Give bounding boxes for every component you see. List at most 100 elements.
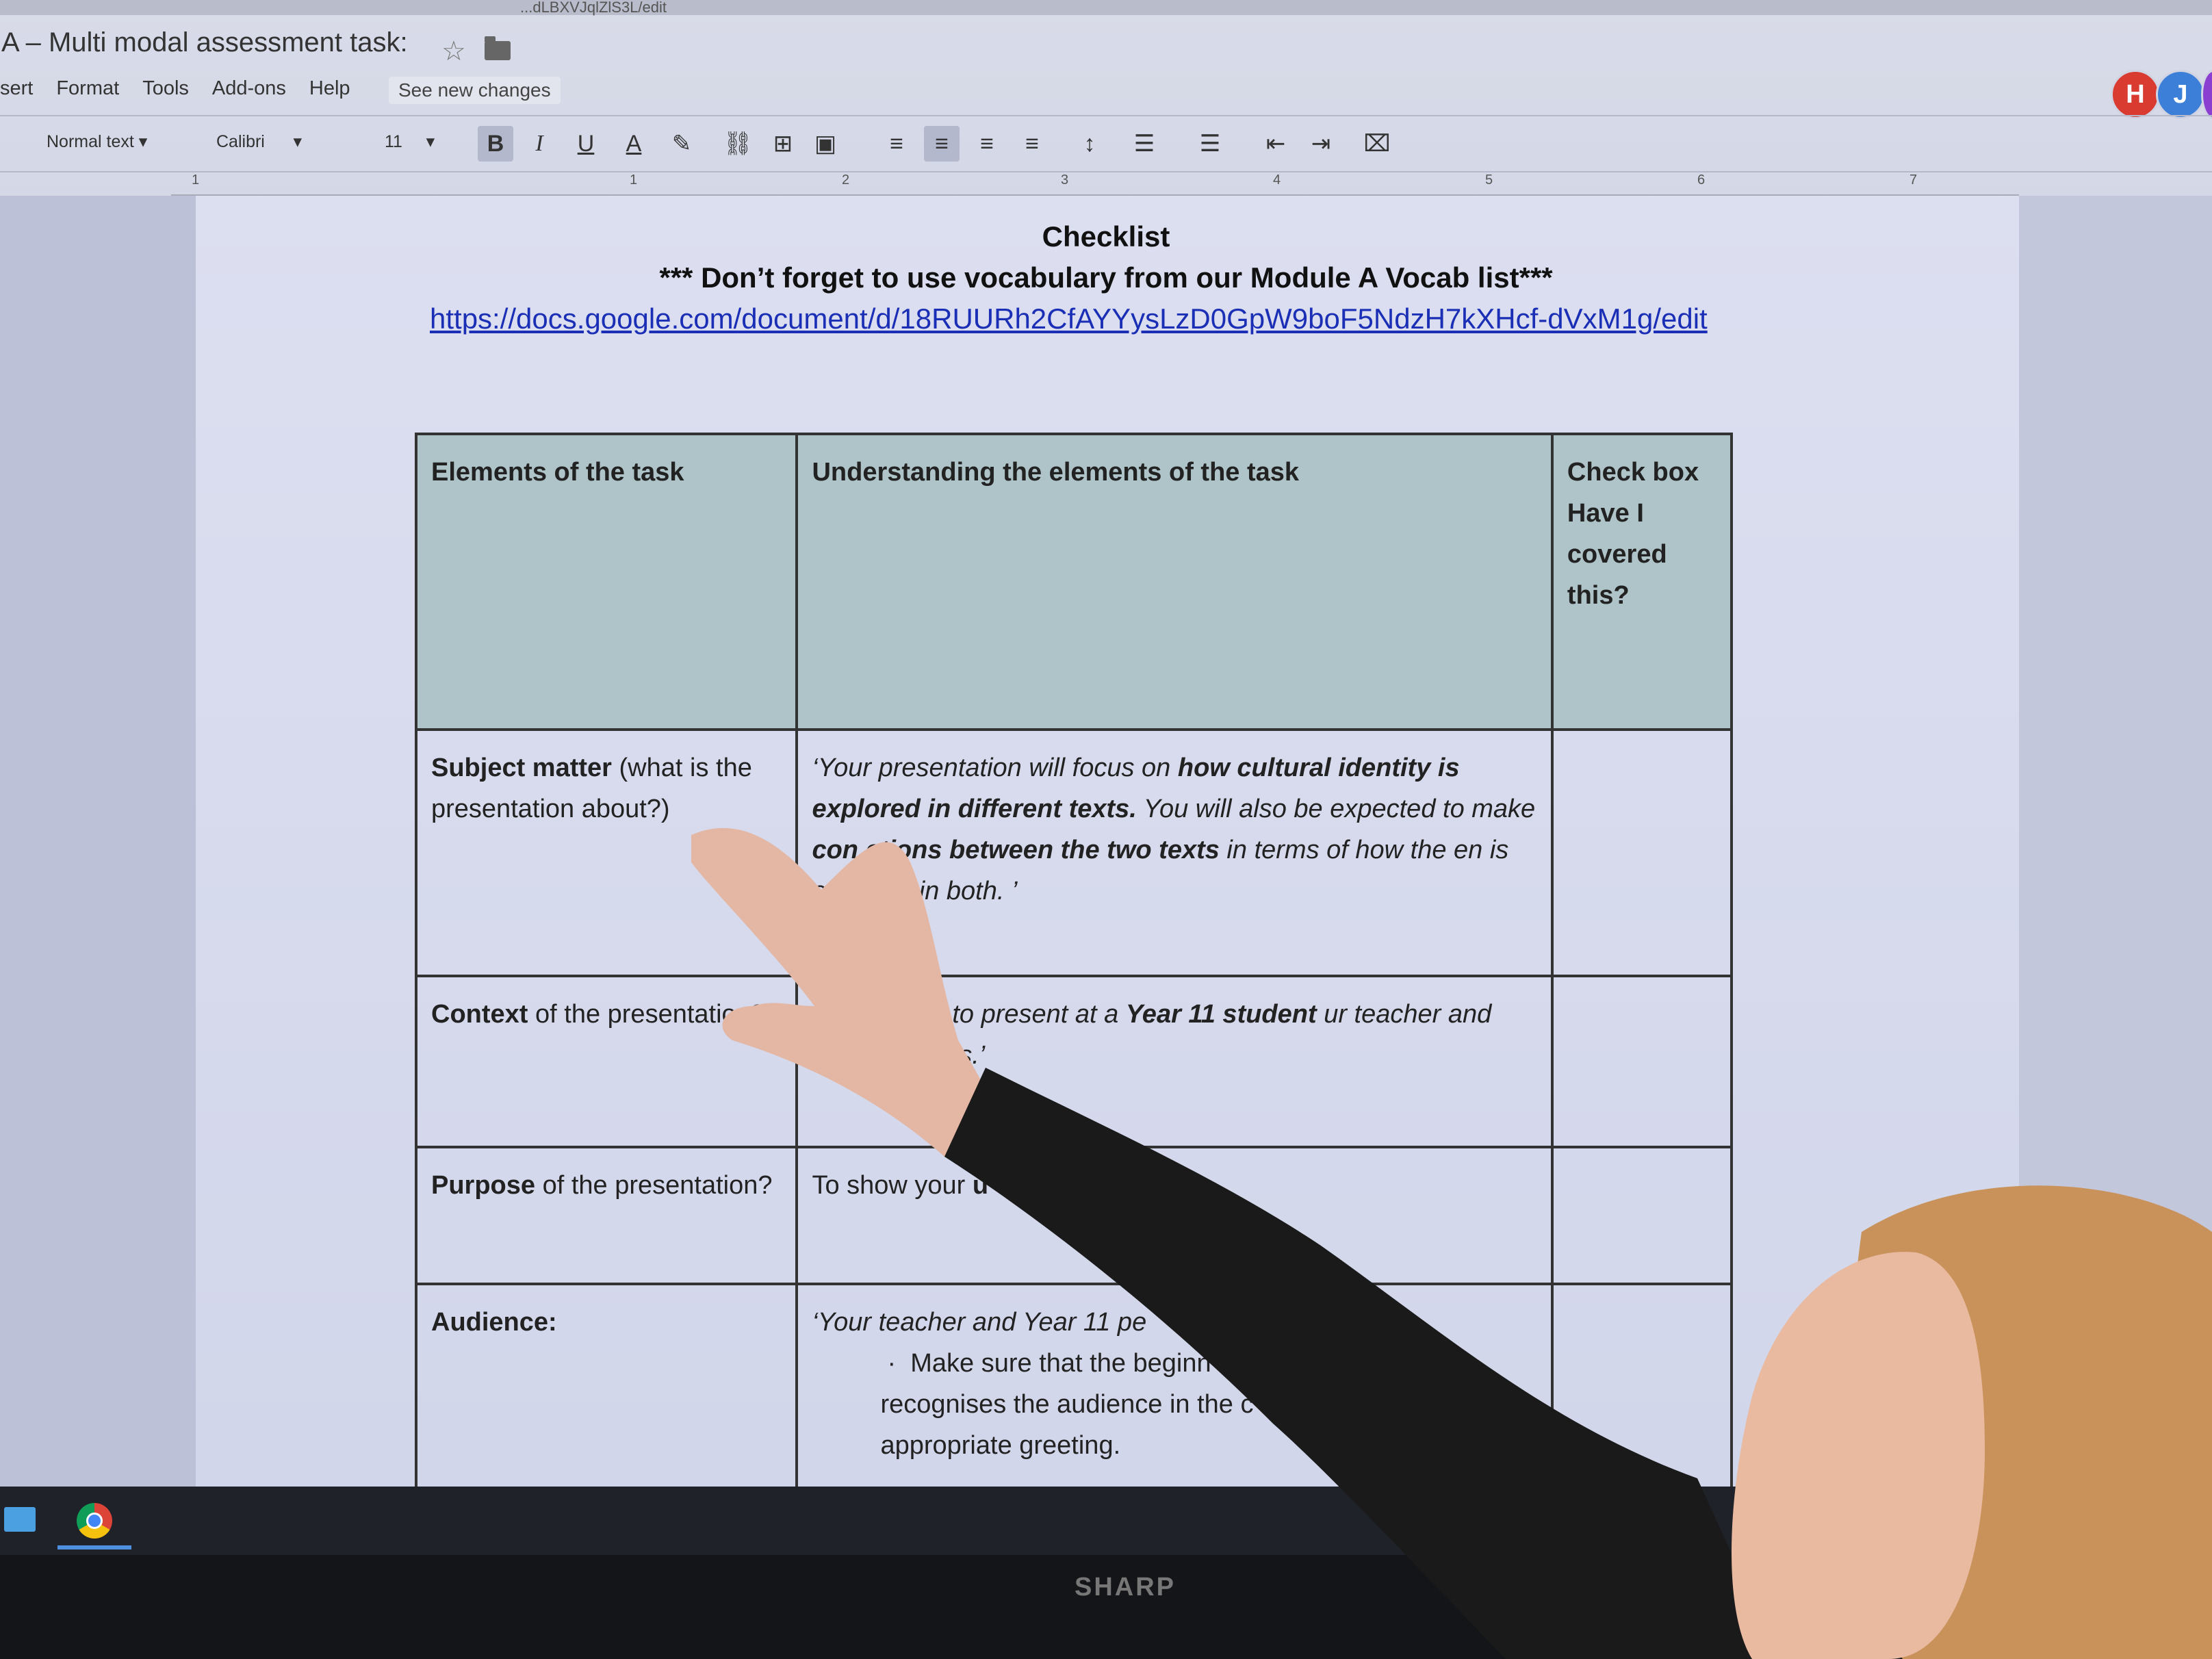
clear-formatting-icon[interactable]: ⌧ <box>1359 126 1395 162</box>
font-size-select[interactable]: 11 ▾ <box>385 131 435 152</box>
menu-insert[interactable]: sert <box>0 77 33 100</box>
table-row: Purpose of the presentation? To show you… <box>414 1146 1734 1285</box>
style-select[interactable]: Normal text ▾ <box>47 131 147 152</box>
ruler-mark: 5 <box>1485 172 1493 188</box>
document-gutter-left <box>0 196 196 1487</box>
collaborator-avatars: H J <box>2111 70 2212 119</box>
element-cell[interactable]: Context of the presentation? <box>414 975 799 1148</box>
element-note: of the presentation? <box>535 1171 773 1200</box>
vocab-reminder: *** Don’t forget to use vocabulary from … <box>659 261 1553 294</box>
menu-tools[interactable]: Tools <box>142 77 189 100</box>
ruler-mark: 4 <box>1273 172 1281 188</box>
element-cell[interactable]: Purpose of the presentation? <box>414 1146 799 1285</box>
underline-icon[interactable]: U <box>568 126 604 162</box>
link-icon[interactable]: ⛓ <box>720 126 756 162</box>
bullet-item: · Make sure that the beginn <box>887 1349 1211 1378</box>
task-checklist-table: Elements of the task Understanding the e… <box>414 433 1734 1487</box>
description-emphasis: con ctions between the two texts <box>812 836 1220 864</box>
menu-addons[interactable]: Add-ons <box>212 77 286 100</box>
checklist-heading: Checklist <box>1042 220 1170 253</box>
document-title[interactable]: A – Multi modal assessment task: <box>1 27 408 58</box>
description-emphasis: Year 11 student <box>1125 1000 1317 1029</box>
bulleted-list-icon[interactable]: ☰ <box>1192 126 1228 162</box>
ruler-mark: 1 <box>192 172 200 188</box>
font-size-value: 11 <box>385 132 402 151</box>
numbered-list-icon[interactable]: ☰ <box>1127 126 1162 162</box>
style-value: Normal text <box>47 132 134 151</box>
table-row: Context of the presentation? en selected… <box>414 975 1734 1148</box>
table-header-row: Elements of the task Understanding the e… <box>414 433 1734 731</box>
text-color-icon[interactable]: A <box>616 126 652 162</box>
description-emphasis: u <box>972 1171 989 1200</box>
align-right-icon[interactable]: ≡ <box>969 126 1005 162</box>
star-icon[interactable]: ☆ <box>441 36 466 67</box>
description-cell[interactable]: ‘Your teacher and Year 11 pe · Make sure … <box>795 1283 1554 1487</box>
header-check-box[interactable]: Check box Have I covered this? <box>1550 433 1734 731</box>
active-app-indicator <box>57 1545 131 1549</box>
insert-image-icon[interactable]: ▣ <box>808 126 843 162</box>
ruler[interactable]: 1 1 2 3 4 5 6 7 <box>171 170 2019 196</box>
address-bar[interactable]: ...dLBXVJqlZlS3L/edit <box>0 0 2212 15</box>
font-select[interactable]: Calibri ▾ <box>216 131 302 152</box>
decrease-indent-icon[interactable]: ⇤ <box>1258 126 1294 162</box>
see-new-changes-button[interactable]: See new changes <box>389 77 561 104</box>
bold-icon[interactable]: B <box>478 126 513 162</box>
ruler-mark: 3 <box>1061 172 1069 188</box>
menu-help[interactable]: Help <box>309 77 350 100</box>
font-value: Calibri <box>216 132 265 151</box>
highlight-icon[interactable]: ✎ <box>664 126 699 162</box>
menu-bar: sert Format Tools Add-ons Help <box>0 71 374 105</box>
description-cell[interactable]: To show your u ultural identity. <box>795 1146 1554 1285</box>
table-row: Subject matter (what is the presentation… <box>414 728 1734 977</box>
formatting-toolbar: Normal text ▾ Calibri ▾ 11 ▾ B I U A ✎ ⛓… <box>0 115 2212 172</box>
brand-logo: SHARP <box>1075 1573 1176 1602</box>
avatar[interactable]: J <box>2156 70 2205 119</box>
check-box-cell[interactable] <box>1550 1283 1734 1487</box>
check-box-cell[interactable] <box>1550 1146 1734 1285</box>
ruler-mark: 1 <box>630 172 638 188</box>
menu-format[interactable]: Format <box>56 77 119 100</box>
description-cell[interactable]: en selected to present at a Year 11 stud… <box>795 975 1554 1148</box>
element-cell[interactable]: Subject matter (what is the presentation… <box>414 728 799 977</box>
header-understanding[interactable]: Understanding the elements of the task <box>795 433 1554 731</box>
table-row: Audience: ‘Your teacher and Year 11 pe · … <box>414 1283 1734 1487</box>
description-text: ‘Your teacher and Year 11 pe <box>812 1308 1147 1337</box>
element-name: Subject matter <box>431 754 612 782</box>
element-name: Context <box>431 1000 528 1029</box>
align-center-icon[interactable]: ≡ <box>924 126 960 162</box>
ruler-mark: 2 <box>842 172 850 188</box>
element-note: of the presentation? <box>528 1000 765 1029</box>
ruler-mark: 7 <box>1909 172 1918 188</box>
monitor-bezel: SHARP <box>0 1555 2212 1659</box>
ruler-mark: 6 <box>1697 172 1706 188</box>
document-gutter-right <box>2019 196 2212 1487</box>
folder-icon[interactable] <box>485 36 511 60</box>
description-text: To show your <box>812 1171 973 1200</box>
description-emphasis: ultural identity. <box>988 1171 1181 1200</box>
header-elements[interactable]: Elements of the task <box>414 433 799 731</box>
check-box-cell[interactable] <box>1550 975 1734 1148</box>
chrome-icon[interactable] <box>77 1503 112 1539</box>
bullet-text: Make sure that the beginn <box>910 1349 1211 1378</box>
monitor-screen: ...dLBXVJqlZlS3L/edit A – Multi modal as… <box>0 0 2212 1487</box>
avatar[interactable]: H <box>2111 70 2160 119</box>
description-text: ‘Your presentation will focus on <box>812 754 1178 782</box>
description-cell[interactable]: ‘Your presentation will focus on how cul… <box>795 728 1554 977</box>
vocab-list-link[interactable]: https://docs.google.com/document/d/18RUU… <box>430 303 1708 335</box>
element-name: Audience: <box>431 1308 557 1337</box>
bullet-text: recognises the audience in the c <box>880 1390 1254 1419</box>
description-text: en selected to present at a <box>812 1000 1126 1029</box>
line-spacing-icon[interactable]: ↕ <box>1072 126 1107 162</box>
align-left-icon[interactable]: ≡ <box>879 126 914 162</box>
avatar[interactable] <box>2201 70 2212 119</box>
increase-indent-icon[interactable]: ⇥ <box>1303 126 1339 162</box>
taskbar <box>0 1487 2212 1555</box>
check-box-cell[interactable] <box>1550 728 1734 977</box>
element-cell[interactable]: Audience: <box>414 1283 799 1487</box>
justify-icon[interactable]: ≡ <box>1014 126 1050 162</box>
italic-icon[interactable]: I <box>522 126 557 162</box>
file-explorer-icon[interactable] <box>4 1507 36 1532</box>
insert-comment-icon[interactable]: ⊞ <box>765 126 801 162</box>
description-text: You will also be expected to make <box>1136 795 1536 823</box>
element-name: Purpose <box>431 1171 536 1200</box>
